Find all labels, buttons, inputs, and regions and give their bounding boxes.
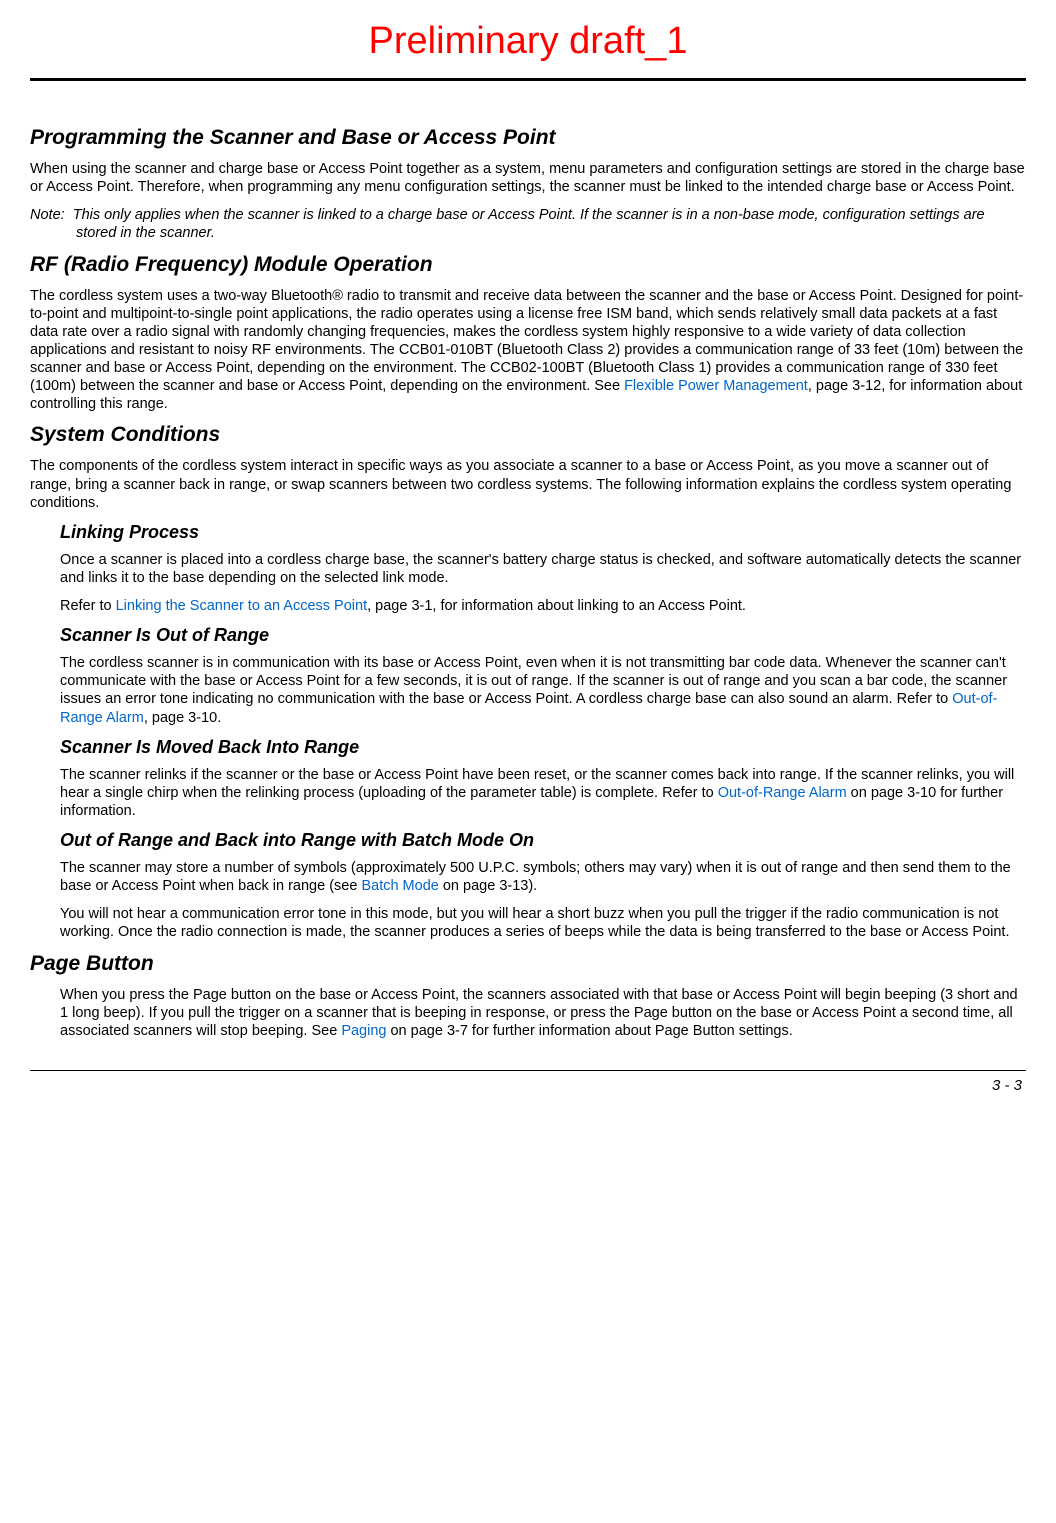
text-run: on page 3-7 for further information abou… bbox=[386, 1023, 792, 1039]
text-run: , page 3-1, for information about linkin… bbox=[367, 598, 746, 614]
note-body: This only applies when the scanner is li… bbox=[73, 207, 985, 241]
page: Preliminary draft_1 Programming the Scan… bbox=[0, 0, 1056, 1114]
link-batch-mode[interactable]: Batch Mode bbox=[361, 878, 438, 894]
body-text: The components of the cordless system in… bbox=[30, 457, 1026, 511]
subsection-page-button: When you press the Page button on the ba… bbox=[60, 986, 1026, 1040]
subheading-out-of-range: Scanner Is Out of Range bbox=[60, 625, 1026, 646]
subheading-batch-mode: Out of Range and Back into Range with Ba… bbox=[60, 830, 1026, 851]
text-run: The cordless scanner is in communication… bbox=[60, 655, 1007, 707]
link-paging[interactable]: Paging bbox=[341, 1023, 386, 1039]
section-heading-system-conditions: System Conditions bbox=[30, 423, 1026, 447]
text-run: on page 3-13). bbox=[439, 878, 537, 894]
body-text: Refer to Linking the Scanner to an Acces… bbox=[60, 597, 1026, 615]
body-text: The cordless system uses a two-way Bluet… bbox=[30, 287, 1026, 414]
text-run: Refer to bbox=[60, 598, 116, 614]
bottom-divider bbox=[30, 1070, 1026, 1071]
note-label: Note: bbox=[30, 207, 65, 223]
link-linking-scanner[interactable]: Linking the Scanner to an Access Point bbox=[116, 598, 368, 614]
text-run: , page 3-10. bbox=[144, 710, 221, 726]
section-heading-page-button: Page Button bbox=[30, 952, 1026, 976]
top-divider bbox=[30, 78, 1026, 81]
subsection-linking-process: Linking Process Once a scanner is placed… bbox=[60, 522, 1026, 942]
link-out-of-range-alarm-2[interactable]: Out-of-Range Alarm bbox=[718, 785, 847, 801]
body-text: When using the scanner and charge base o… bbox=[30, 160, 1026, 196]
section-heading-rf: RF (Radio Frequency) Module Operation bbox=[30, 253, 1026, 277]
subheading-linking-process: Linking Process bbox=[60, 522, 1026, 543]
body-text: The scanner may store a number of symbol… bbox=[60, 859, 1026, 895]
body-text: Once a scanner is placed into a cordless… bbox=[60, 551, 1026, 587]
link-flexible-power[interactable]: Flexible Power Management bbox=[624, 378, 808, 394]
subheading-back-into-range: Scanner Is Moved Back Into Range bbox=[60, 737, 1026, 758]
body-text: When you press the Page button on the ba… bbox=[60, 986, 1026, 1040]
section-heading-programming: Programming the Scanner and Base or Acce… bbox=[30, 126, 1026, 150]
watermark-text: Preliminary draft_1 bbox=[30, 20, 1026, 63]
note-text: Note: This only applies when the scanner… bbox=[30, 206, 1026, 242]
body-text: The cordless scanner is in communication… bbox=[60, 654, 1026, 727]
page-number: 3 - 3 bbox=[30, 1077, 1026, 1094]
body-text: You will not hear a communication error … bbox=[60, 905, 1026, 941]
body-text: The scanner relinks if the scanner or th… bbox=[60, 766, 1026, 820]
